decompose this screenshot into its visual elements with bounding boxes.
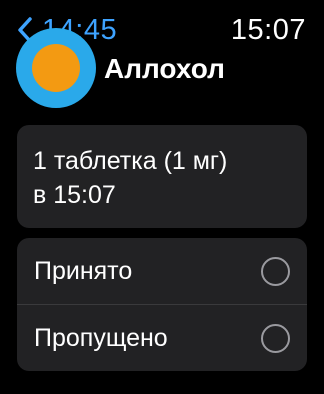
- option-skipped[interactable]: Пропущено: [17, 305, 307, 371]
- dose-time: в 15:07: [33, 181, 116, 209]
- option-taken-label: Принято: [34, 257, 133, 285]
- option-skipped-label: Пропущено: [34, 324, 168, 352]
- radio-empty-icon[interactable]: [261, 256, 290, 286]
- medication-name: Аллохол: [104, 53, 225, 84]
- pill-circle-icon: [16, 28, 96, 108]
- option-taken[interactable]: Принято: [17, 238, 307, 304]
- radio-empty-icon[interactable]: [261, 323, 290, 353]
- dose-amount: 1 таблетка (1 мг): [33, 147, 228, 175]
- options-list: Принято Пропущено: [17, 238, 307, 371]
- dose-card: 1 таблетка (1 мг) в 15:07: [17, 125, 307, 228]
- clock: 15:07: [230, 14, 306, 46]
